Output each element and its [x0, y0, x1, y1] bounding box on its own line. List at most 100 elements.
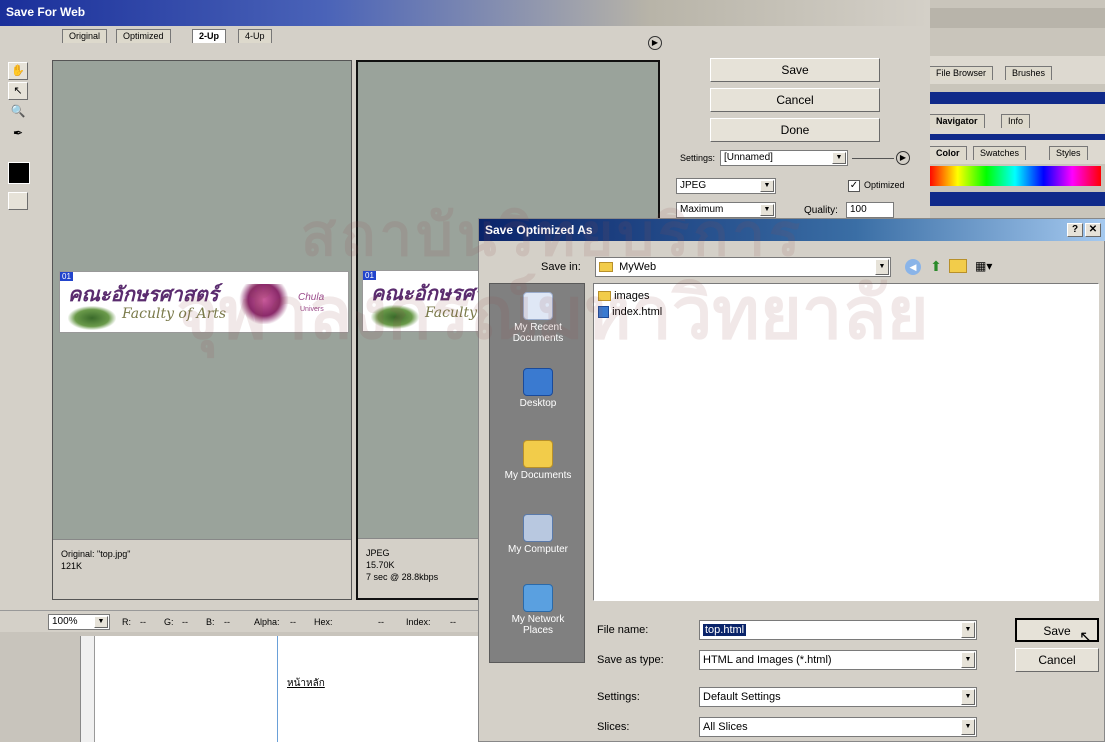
palette-tab-brushes[interactable]: Brushes [1005, 66, 1053, 80]
place-label: My Computer [507, 544, 568, 555]
place-my-documents[interactable]: My Documents [496, 440, 580, 481]
banner-univ-text: Univers [300, 306, 324, 313]
chevron-down-icon: ▼ [961, 652, 975, 668]
palette-tab-color[interactable]: Color [929, 146, 967, 160]
banner-chula-text: Chula [298, 292, 325, 303]
views-menu-icon[interactable]: ▦▾ [975, 257, 999, 275]
status-hex-value: -- [378, 617, 384, 627]
file-name: images [614, 290, 650, 302]
optimized-info-line2: 15.70K [366, 560, 395, 570]
optimized-info-line3: 7 sec @ 28.8kbps [366, 572, 439, 582]
settings-menu-icon[interactable]: ▶ [896, 151, 910, 165]
optimized-label: Optimized [864, 180, 905, 190]
filename-input[interactable]: top.html ▼ [699, 620, 977, 640]
sfw-save-button[interactable]: Save [710, 58, 880, 82]
place-label: My Network Places [511, 614, 565, 636]
sfw-settings-label: Settings: [680, 153, 716, 163]
sfw-title: Save For Web [6, 5, 86, 19]
original-info-line2: 121K [61, 561, 83, 571]
color-label: Color [936, 148, 960, 158]
mouse-cursor-icon: ↖ [1079, 629, 1093, 646]
status-b-value: -- [224, 617, 230, 627]
status-index-value: -- [450, 617, 456, 627]
dialog-cancel-button[interactable]: Cancel [1015, 648, 1099, 672]
chevron-down-icon: ▼ [961, 719, 975, 735]
status-r-value: -- [140, 617, 146, 627]
sfw-done-button[interactable]: Done [710, 118, 880, 142]
banner-leaf-image [68, 306, 116, 330]
place-label: My Documents [504, 470, 572, 481]
savetype-value: HTML and Images (*.html) [703, 654, 832, 666]
chevron-down-icon: ▼ [760, 204, 774, 216]
document-canvas: หน้าหลัก [80, 636, 520, 742]
quality-preset-value: Maximum [680, 204, 724, 215]
original-info-line1: Original: "top.jpg" [61, 549, 131, 559]
desktop-icon [523, 368, 553, 396]
preview-menu-icon[interactable]: ▶ [648, 36, 662, 50]
palette-tab-swatches[interactable]: Swatches [973, 146, 1027, 160]
close-button[interactable]: ✕ [1085, 223, 1101, 237]
chevron-down-icon: ▼ [875, 259, 889, 275]
new-folder-icon[interactable] [949, 259, 967, 273]
quality-input[interactable]: 100 [846, 202, 894, 218]
sfw-cancel-button[interactable]: Cancel [710, 88, 880, 112]
format-value: JPEG [680, 180, 707, 191]
eyedropper-color-swatch[interactable] [8, 162, 30, 184]
zoom-select[interactable]: 100% ▼ [48, 614, 110, 630]
place-recent-documents[interactable]: My Recent Documents [496, 292, 580, 344]
zoom-tool-icon[interactable]: 🔍 [8, 104, 28, 122]
tab-optimized[interactable]: Optimized [116, 29, 171, 43]
palette-tab-styles[interactable]: Styles [1049, 146, 1088, 160]
tab-4-up[interactable]: 4-Up [238, 29, 272, 43]
original-preview-pane[interactable]: 01 คณะอักษรศาสตร์ Faculty of Arts Chula … [52, 60, 352, 600]
folder-icon [598, 291, 611, 302]
canvas-link-text: หน้าหลัก [287, 678, 325, 689]
vertical-ruler [81, 636, 95, 742]
tab-original[interactable]: Original [62, 29, 108, 43]
file-item-images[interactable]: images [598, 290, 650, 302]
palette-tab-navigator[interactable]: Navigator [929, 114, 985, 128]
eyedropper-tool-icon[interactable]: ✒ [8, 126, 28, 144]
quality-value: 100 [850, 204, 867, 215]
optimized-checkbox[interactable]: ✓ [848, 180, 860, 192]
back-icon[interactable]: ◀ [905, 259, 921, 275]
filename-label: File name: [597, 624, 649, 636]
color-spectrum[interactable] [929, 166, 1101, 186]
help-button[interactable]: ? [1067, 223, 1083, 237]
network-places-icon [523, 584, 553, 612]
sfw-settings-select[interactable]: [Unnamed] ▼ [720, 150, 848, 166]
slice-select-tool-icon[interactable]: ↖ [8, 82, 28, 100]
banner-english-text: Faculty of Arts [122, 306, 227, 322]
status-g-value: -- [182, 617, 188, 627]
places-bar: My Recent Documents Desktop My Documents… [489, 283, 585, 663]
tab-2-up[interactable]: 2-Up [192, 29, 226, 43]
quality-preset-select[interactable]: Maximum ▼ [676, 202, 776, 218]
file-list[interactable]: images index.html [593, 283, 1099, 601]
place-desktop[interactable]: Desktop [496, 368, 580, 409]
banner-leaf-image-optimized [371, 305, 419, 329]
format-select[interactable]: JPEG ▼ [676, 178, 776, 194]
file-item-index[interactable]: index.html [598, 306, 662, 319]
slices-label: Slices: [597, 721, 630, 733]
save-in-select[interactable]: MyWeb ▼ [595, 257, 891, 277]
palette-tab-info[interactable]: Info [1001, 114, 1031, 128]
status-g-label: G: [164, 617, 174, 627]
hand-tool-icon[interactable]: ✋ [8, 62, 28, 80]
status-index-label: Index: [406, 617, 431, 627]
palette-tab-file-browser[interactable]: File Browser [929, 66, 994, 80]
quality-label: Quality: [804, 205, 838, 216]
zoom-value: 100% [52, 616, 78, 627]
slices-select[interactable]: All Slices ▼ [699, 717, 977, 737]
dialog-title-bar: Save Optimized As ? ✕ [479, 219, 1105, 241]
savetype-select[interactable]: HTML and Images (*.html) ▼ [699, 650, 977, 670]
place-network[interactable]: My Network Places [496, 584, 580, 636]
status-r-label: R: [122, 617, 131, 627]
place-my-computer[interactable]: My Computer [496, 514, 580, 555]
settings-select[interactable]: Default Settings ▼ [699, 687, 977, 707]
up-folder-icon[interactable]: ⬆ [927, 257, 945, 275]
slices-value: All Slices [703, 721, 748, 733]
toggle-slices-icon[interactable] [8, 192, 28, 210]
save-in-label: Save in: [541, 261, 581, 273]
sfw-title-bar: Save For Web [0, 0, 930, 26]
chevron-down-icon: ▼ [961, 689, 975, 705]
